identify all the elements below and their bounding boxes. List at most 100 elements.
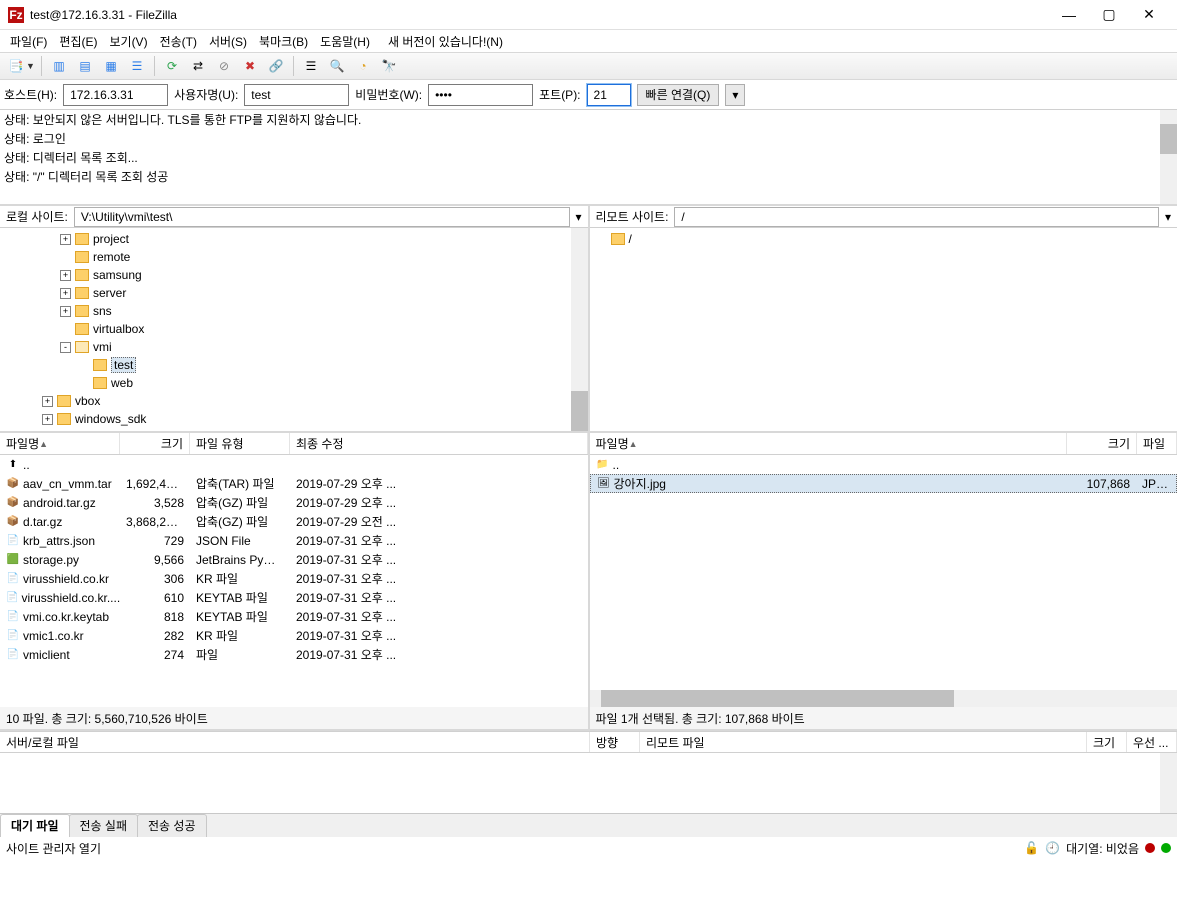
file-row[interactable]: ⬆..: [0, 455, 588, 474]
site-manager-icon[interactable]: 📑: [4, 54, 28, 78]
expand-icon[interactable]: -: [60, 342, 71, 353]
file-row[interactable]: 📄vmiclient274파일2019-07-31 오후 ...: [0, 645, 588, 664]
quickconnect-history-dropdown[interactable]: ▾: [725, 84, 745, 106]
tab-wait[interactable]: 대기 파일: [0, 814, 70, 837]
col-type[interactable]: 파일 유형: [190, 433, 290, 454]
col-size[interactable]: 크기: [1087, 732, 1127, 752]
file-row[interactable]: 📦android.tar.gz3,528압축(GZ) 파일2019-07-29 …: [0, 493, 588, 512]
tree-node[interactable]: remote: [6, 248, 588, 266]
tab-fail[interactable]: 전송 실패: [69, 814, 139, 837]
remote-hscroll[interactable]: [590, 690, 1177, 707]
log-scrollbar[interactable]: [1160, 110, 1177, 204]
queue-headers[interactable]: 서버/로컬 파일 방향 리모트 파일 크기 우선 ...: [0, 731, 1177, 753]
port-input[interactable]: [587, 84, 631, 106]
remote-site-dropdown[interactable]: ▾: [1159, 210, 1177, 224]
col-size[interactable]: 크기: [120, 433, 190, 454]
toggle-log-icon[interactable]: ▥: [47, 54, 71, 78]
process-queue-icon[interactable]: ⇄: [186, 54, 210, 78]
file-row[interactable]: 📦d.tar.gz3,868,235,...압축(GZ) 파일2019-07-2…: [0, 512, 588, 531]
disconnect-icon[interactable]: ✖: [238, 54, 262, 78]
menu-view[interactable]: 보기(V): [105, 32, 151, 51]
file-row[interactable]: 🟩storage.py9,566JetBrains PyCh...2019-07…: [0, 550, 588, 569]
file-modified: 2019-07-31 오후 ...: [290, 570, 588, 587]
col-remote[interactable]: 리모트 파일: [640, 732, 1087, 752]
remote-column-headers[interactable]: 파일명 크기 파일: [590, 433, 1177, 455]
local-column-headers[interactable]: 파일명 크기 파일 유형 최종 수정: [0, 433, 588, 455]
close-button[interactable]: ✕: [1129, 0, 1169, 30]
local-tree[interactable]: +projectremote+samsung+server+snsvirtual…: [0, 228, 588, 431]
tree-node[interactable]: +sns: [6, 302, 588, 320]
toggle-remote-tree-icon[interactable]: ▦: [99, 54, 123, 78]
file-row[interactable]: 📄vmi.co.kr.keytab818KEYTAB 파일2019-07-31 …: [0, 607, 588, 626]
menu-update[interactable]: 새 버전이 있습니다!(N): [384, 32, 507, 51]
cancel-icon[interactable]: ⊘: [212, 54, 236, 78]
col-modified[interactable]: 최종 수정: [290, 433, 588, 454]
col-server[interactable]: 서버/로컬 파일: [0, 732, 590, 752]
col-name[interactable]: 파일명: [590, 433, 1068, 454]
col-name[interactable]: 파일명: [0, 433, 120, 454]
menu-transfer[interactable]: 전송(T): [156, 32, 201, 51]
expand-icon[interactable]: +: [60, 234, 71, 245]
expand-icon[interactable]: +: [60, 288, 71, 299]
expand-icon[interactable]: +: [42, 396, 53, 407]
local-site-dropdown[interactable]: ▾: [570, 210, 588, 224]
compare-icon[interactable]: ◔: [351, 54, 375, 78]
file-row[interactable]: 📄krb_attrs.json729JSON File2019-07-31 오후…: [0, 531, 588, 550]
file-row[interactable]: 📁..: [590, 455, 1177, 474]
file-type: JPG 파: [1136, 475, 1176, 492]
host-input[interactable]: [63, 84, 168, 106]
tab-ok[interactable]: 전송 성공: [137, 814, 207, 837]
maximize-button[interactable]: ▢: [1089, 0, 1129, 30]
filter-icon[interactable]: ☰: [299, 54, 323, 78]
toggle-local-tree-icon[interactable]: ▤: [73, 54, 97, 78]
tree-node[interactable]: +windows_sdk: [6, 410, 588, 428]
remote-file-list[interactable]: 📁..🖼강아지.jpg107,868JPG 파: [590, 455, 1177, 690]
tree-node[interactable]: +project: [6, 230, 588, 248]
expand-icon[interactable]: +: [60, 270, 71, 281]
menu-file[interactable]: 파일(F): [6, 32, 51, 51]
menu-edit[interactable]: 편집(E): [55, 32, 101, 51]
menu-help[interactable]: 도움말(H): [316, 32, 374, 51]
col-dir[interactable]: 방향: [590, 732, 640, 752]
col-prio[interactable]: 우선 ...: [1127, 732, 1177, 752]
refresh-icon[interactable]: ⟳: [160, 54, 184, 78]
remote-tree[interactable]: /: [590, 228, 1177, 431]
minimize-button[interactable]: —: [1049, 0, 1089, 30]
file-type: JetBrains PyCh...: [190, 553, 290, 567]
tree-node[interactable]: web: [6, 374, 588, 392]
col-size[interactable]: 크기: [1067, 433, 1137, 454]
reconnect-icon[interactable]: 🔗: [264, 54, 288, 78]
toggle-queue-icon[interactable]: ☰: [125, 54, 149, 78]
message-log[interactable]: 상태: 보안되지 않은 서버입니다. TLS를 통한 FTP를 지원하지 않습니…: [0, 110, 1177, 206]
queue-body[interactable]: [0, 753, 1177, 813]
expand-icon[interactable]: +: [42, 414, 53, 425]
search-icon[interactable]: 🔍: [325, 54, 349, 78]
tree-node[interactable]: -vmi: [6, 338, 588, 356]
file-row[interactable]: 📦aav_cn_vmm.tar1,692,458,...압축(TAR) 파일20…: [0, 474, 588, 493]
file-row[interactable]: 🖼강아지.jpg107,868JPG 파: [590, 474, 1177, 493]
user-input[interactable]: [244, 84, 349, 106]
tree-node[interactable]: +samsung: [6, 266, 588, 284]
remote-site-input[interactable]: [674, 207, 1159, 227]
log-line: 상태: "/" 디렉터리 목록 조회 성공: [0, 167, 1177, 186]
site-manager-dropdown[interactable]: ▼: [26, 61, 36, 71]
tree-node[interactable]: /: [596, 230, 1177, 248]
local-file-list[interactable]: ⬆..📦aav_cn_vmm.tar1,692,458,...압축(TAR) 파…: [0, 455, 588, 707]
tree-node[interactable]: virtualbox: [6, 320, 588, 338]
tree-node[interactable]: +vbox: [6, 392, 588, 410]
tree-node[interactable]: test: [6, 356, 588, 374]
local-site-input[interactable]: [74, 207, 570, 227]
pass-input[interactable]: [428, 84, 533, 106]
col-type[interactable]: 파일: [1137, 433, 1177, 454]
menu-server[interactable]: 서버(S): [205, 32, 251, 51]
file-row[interactable]: 📄vmic1.co.kr282KR 파일2019-07-31 오후 ...: [0, 626, 588, 645]
file-row[interactable]: 📄virusshield.co.kr306KR 파일2019-07-31 오후 …: [0, 569, 588, 588]
expand-icon[interactable]: +: [60, 306, 71, 317]
quickconnect-button[interactable]: 빠른 연결(Q): [637, 84, 720, 106]
tree-node[interactable]: +server: [6, 284, 588, 302]
find-icon[interactable]: 🔭: [377, 54, 401, 78]
file-row[interactable]: 📄virusshield.co.kr....610KEYTAB 파일2019-0…: [0, 588, 588, 607]
queue-scrollbar[interactable]: [1160, 753, 1177, 813]
menu-bookmark[interactable]: 북마크(B): [255, 32, 312, 51]
local-tree-scrollbar[interactable]: [571, 228, 588, 431]
